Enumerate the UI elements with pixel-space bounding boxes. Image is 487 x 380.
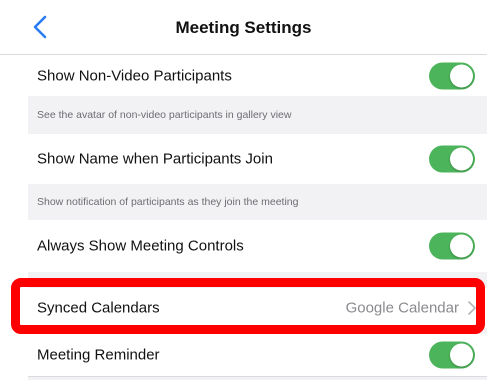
toggle-knob — [450, 64, 473, 87]
always-show-controls-toggle[interactable] — [429, 232, 475, 260]
setting-row-show-non-video: Show Non-Video Participants — [28, 55, 487, 96]
setting-label: Synced Calendars — [37, 299, 160, 317]
toggle-knob — [450, 147, 473, 171]
setting-row-meeting-reminder: Meeting Reminder — [28, 334, 487, 376]
left-edge — [0, 0, 28, 380]
show-non-video-toggle[interactable] — [429, 62, 475, 89]
setting-label: Show Name when Participants Join — [37, 150, 273, 168]
chevron-right-icon — [468, 301, 476, 315]
setting-description-show-name-join: Show notification of participants as the… — [28, 184, 487, 220]
nav-bar: Meeting Settings — [0, 0, 487, 55]
row-divider — [28, 376, 487, 377]
setting-row-synced-calendars[interactable]: Synced Calendars Google Calendar — [28, 288, 487, 328]
toggle-knob — [450, 234, 473, 258]
toggle-knob — [450, 343, 473, 367]
synced-calendar-value: Google Calendar — [345, 299, 459, 317]
setting-label: Always Show Meeting Controls — [37, 237, 244, 255]
setting-description-show-non-video: See the avatar of non-video participants… — [28, 96, 487, 134]
setting-row-always-show-controls: Always Show Meeting Controls — [28, 220, 487, 272]
description-text: Show notification of participants as the… — [37, 196, 299, 208]
meeting-settings-screen: Meeting Settings Show Non-Video Particip… — [0, 0, 487, 380]
page-title: Meeting Settings — [175, 18, 312, 37]
setting-row-show-name-join: Show Name when Participants Join — [28, 134, 487, 184]
setting-label: Show Non-Video Participants — [37, 67, 232, 84]
setting-label: Meeting Reminder — [37, 346, 160, 364]
show-name-join-toggle[interactable] — [429, 145, 475, 173]
description-text: See the avatar of non-video participants… — [37, 109, 292, 121]
meeting-reminder-toggle[interactable] — [429, 341, 475, 369]
